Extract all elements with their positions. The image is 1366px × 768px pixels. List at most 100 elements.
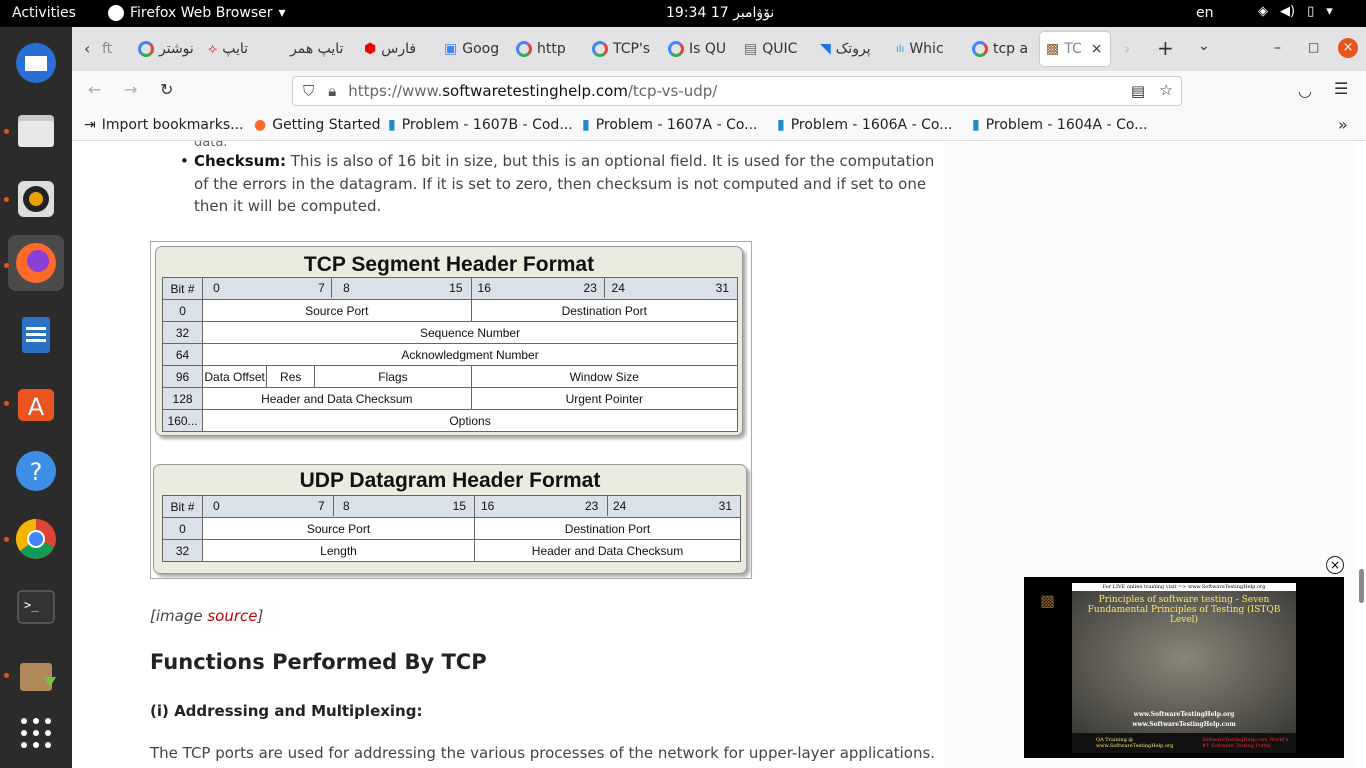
- site-icon: ⬢: [364, 41, 377, 57]
- firefox-icon: [108, 5, 124, 21]
- bookmark-problem-1607b[interactable]: ▮ Problem - 1607B - Cod...: [388, 117, 573, 133]
- translate-icon: ▣: [444, 41, 458, 57]
- lock-icon[interactable]: 🔒︎: [328, 82, 336, 100]
- bookmark-problem-1606a[interactable]: ▮ Problem - 1606A - Co...: [777, 117, 953, 133]
- bookmarks-bar: ⇥ Import bookmarks... ● Getting Started ▮ P…: [72, 111, 1366, 141]
- chrome-icon[interactable]: [8, 511, 64, 567]
- firefox-icon[interactable]: [8, 235, 64, 291]
- archive-icon[interactable]: [8, 647, 64, 703]
- tcp-header-box: TCP Segment Header Format Bit #0 7 8 15 16 23…: [155, 246, 743, 436]
- source-link[interactable]: source: [207, 607, 257, 625]
- checksum-line-3: then it will be computed.: [194, 197, 382, 215]
- firefox-icon: ●: [254, 117, 267, 133]
- tab-scroll-left-icon[interactable]: ‹: [84, 39, 90, 58]
- tab-6[interactable]: http: [510, 32, 578, 66]
- svg-text:>_: >_: [24, 598, 39, 612]
- volume-icon: ◀): [1280, 4, 1296, 19]
- codeforces-icon: ▮: [388, 117, 396, 133]
- activities-button[interactable]: Activities: [12, 5, 76, 21]
- reader-view-icon[interactable]: ▤: [1131, 82, 1145, 100]
- running-indicator: [4, 401, 9, 406]
- chevron-down-icon: ▾: [1326, 4, 1333, 19]
- tab-8[interactable]: Is QU: [662, 32, 728, 66]
- more-bookmarks-icon[interactable]: »: [1338, 115, 1348, 134]
- tab-3[interactable]: تايپ همر: [284, 32, 354, 66]
- new-tab-icon[interactable]: +: [1157, 36, 1174, 60]
- list-tabs-icon[interactable]: ⌄: [1198, 38, 1210, 54]
- top-bar: Activities Firefox Web Browser ▾ نۆۋامبر…: [0, 0, 1366, 27]
- reload-icon[interactable]: ↻: [160, 80, 173, 99]
- tab-5[interactable]: ▣ Goog: [438, 32, 502, 66]
- bookmark-getting-started[interactable]: ● Getting Started: [254, 117, 380, 133]
- tab-2[interactable]: ⟡ تايپ: [202, 32, 278, 66]
- maximize-icon[interactable]: □: [1308, 40, 1319, 54]
- video-frame: For LIVE online training visit => www.So…: [1072, 583, 1296, 733]
- site-icon: ◥: [820, 41, 831, 57]
- url-path: /tcp-vs-udp/: [627, 82, 718, 100]
- libreoffice-writer-icon[interactable]: [8, 307, 64, 363]
- subsection-heading: (i) Addressing and Multiplexing:: [150, 702, 423, 720]
- running-indicator: [4, 129, 9, 134]
- app-name: Firefox Web Browser: [130, 5, 273, 21]
- close-icon[interactable]: ×: [1091, 41, 1103, 57]
- tab-10[interactable]: ◥ پروتک: [814, 32, 880, 66]
- minimize-icon[interactable]: –: [1274, 40, 1281, 56]
- site-logo-icon: ▩: [1040, 591, 1056, 610]
- import-icon: ⇥: [84, 117, 96, 133]
- close-window-icon[interactable]: ×: [1338, 38, 1358, 58]
- tab-0[interactable]: ft: [96, 32, 136, 66]
- tab-7[interactable]: TCP's: [586, 32, 652, 66]
- google-icon: [592, 41, 608, 57]
- bookmark-problem-1607a[interactable]: ▮ Problem - 1607A - Co...: [582, 117, 758, 133]
- tab-11[interactable]: ılı Whic: [890, 32, 956, 66]
- tracking-protection-icon[interactable]: ⛉: [303, 82, 314, 100]
- bookmark-star-icon[interactable]: ☆: [1160, 81, 1173, 99]
- back-icon[interactable]: ←: [88, 80, 101, 99]
- terminal-icon[interactable]: >_: [8, 579, 64, 635]
- rhythmbox-icon[interactable]: [8, 171, 64, 227]
- forward-icon[interactable]: →: [124, 80, 137, 99]
- svg-text:A: A: [28, 393, 45, 421]
- google-icon: [516, 41, 532, 57]
- tcp-title: TCP Segment Header Format: [303, 253, 595, 276]
- nav-bar: ← → ↻ ⛉ 🔒︎ https://www. softwaretestinghe…: [72, 71, 1366, 111]
- bookmark-import[interactable]: ⇥ Import bookmarks...: [84, 117, 244, 133]
- scrollbar-thumb[interactable]: [1359, 569, 1364, 603]
- app-store-icon[interactable]: A: [8, 375, 64, 431]
- video-player[interactable]: ▩ For LIVE online training visit => www.…: [1024, 577, 1344, 758]
- bullet-icon: •: [180, 152, 189, 170]
- tab-9[interactable]: ▤ QUIC: [738, 32, 804, 66]
- tab-13-active[interactable]: ▩ TC ×: [1040, 32, 1110, 66]
- files-icon[interactable]: [8, 103, 64, 159]
- tab-12[interactable]: tcp a: [966, 32, 1032, 66]
- clock[interactable]: نۆۋامبر 17 19:34: [666, 5, 774, 21]
- google-icon: [668, 41, 684, 57]
- help-icon[interactable]: ?: [8, 443, 64, 499]
- url-bar[interactable]: ⛉ 🔒︎ https://www. softwaretestinghelp.com…: [292, 76, 1182, 106]
- site-icon: ⟡: [208, 41, 218, 57]
- pocket-icon[interactable]: ◡: [1298, 81, 1312, 100]
- thunderbird-icon[interactable]: [8, 35, 64, 91]
- checksum-line-2: of the errors in the datagram. If it is …: [194, 175, 927, 193]
- tab-1[interactable]: نوشتر: [132, 32, 198, 66]
- system-tray[interactable]: ◈ ◀) ▯ ▾: [1258, 4, 1333, 19]
- running-indicator: [4, 263, 9, 268]
- battery-icon: ▯: [1307, 4, 1315, 19]
- tab-4[interactable]: ⬢ فارس: [358, 32, 434, 66]
- page-scrollbar[interactable]: [1356, 141, 1366, 768]
- wifi-icon: ◈: [1258, 4, 1268, 19]
- app-menu[interactable]: Firefox Web Browser ▾: [108, 5, 286, 21]
- tab-scroll-right-icon[interactable]: ›: [1124, 39, 1130, 58]
- tcp-table: Bit #0 7 8 15 16 23 24 31 0 Source Port Destinati…: [161, 277, 739, 432]
- codeforces-icon: ▮: [777, 117, 785, 133]
- show-apps-icon[interactable]: [8, 705, 64, 761]
- running-indicator: [4, 537, 9, 542]
- url-prefix: https://www.: [348, 82, 443, 100]
- bookmark-problem-1604a[interactable]: ▮ Problem - 1604A - Co...: [972, 117, 1148, 133]
- menu-icon[interactable]: ☰: [1334, 79, 1348, 98]
- checksum-line-1: Checksum: This is also of 16 bit in size…: [194, 152, 935, 170]
- header-format-image: TCP Segment Header Format Bit #0 7 8 15 16 23…: [150, 241, 752, 579]
- language-indicator[interactable]: en: [1196, 5, 1214, 21]
- close-video-icon[interactable]: ×: [1326, 556, 1344, 574]
- page-icon: ▤: [744, 41, 758, 57]
